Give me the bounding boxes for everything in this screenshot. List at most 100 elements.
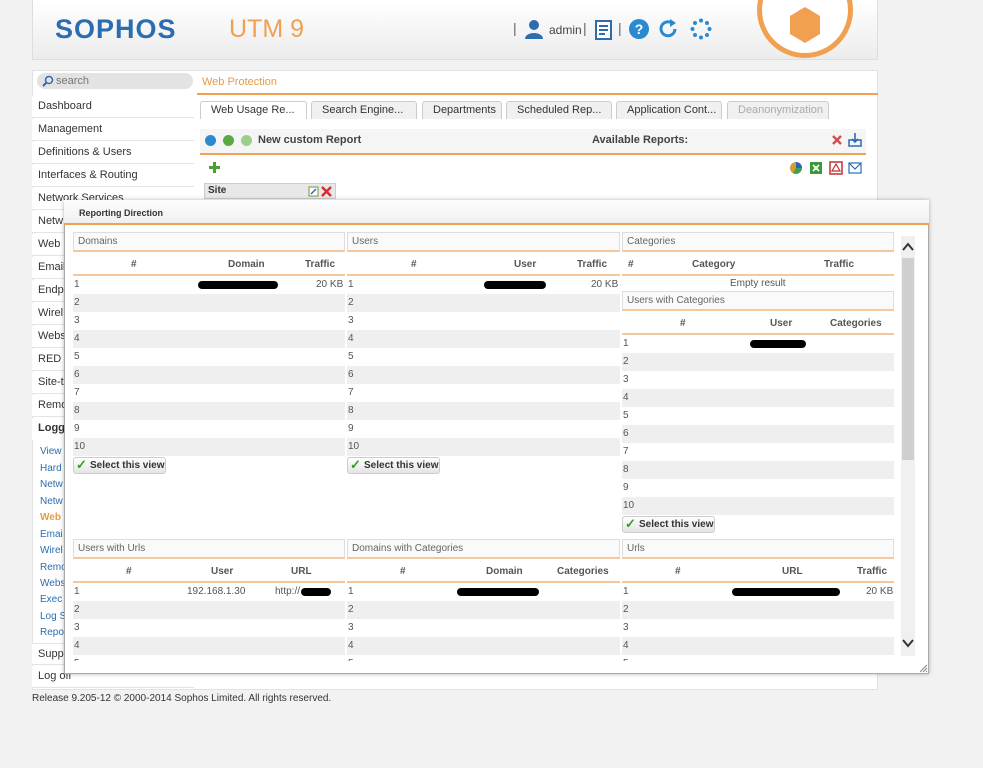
table-row[interactable]: 8 (622, 461, 894, 479)
sidebar-item-dashboard[interactable]: Dashboard (32, 96, 194, 118)
row-number: 5 (348, 351, 354, 362)
select-view-button[interactable]: ✓ Select this view (73, 457, 166, 474)
table-row[interactable]: 4 (347, 637, 620, 655)
delete-icon[interactable] (321, 186, 332, 197)
table-row[interactable]: 9 (347, 420, 620, 438)
sidebar-item-management[interactable]: Management (32, 119, 194, 141)
traffic-value: 20 KB (316, 279, 344, 290)
table-row[interactable]: 3 (73, 312, 345, 330)
tab-application-control[interactable]: Application Cont... (616, 101, 722, 119)
scrollbar-thumb[interactable] (902, 258, 914, 460)
table-row[interactable]: 5 (73, 348, 345, 366)
table-row[interactable]: 1 20 KB (347, 276, 620, 294)
table-row[interactable]: 10 (347, 438, 620, 456)
table-row[interactable]: 3 (347, 619, 620, 637)
table-row[interactable]: 10 (73, 438, 345, 456)
sidebar-item-definitions-users[interactable]: Definitions & Users (32, 142, 194, 164)
table-row[interactable]: 2 (622, 601, 894, 619)
table-row[interactable]: 9 (73, 420, 345, 438)
clipboard-icon[interactable] (593, 18, 615, 40)
sidebar-subitem-active[interactable]: Web (40, 512, 61, 523)
tab-search-engine[interactable]: Search Engine... (311, 101, 417, 119)
sidebar-subitem[interactable]: Hard (40, 463, 62, 474)
excel-icon[interactable] (809, 161, 823, 175)
sidebar-subitem[interactable]: Log S (40, 611, 66, 622)
sidebar-subitem[interactable]: Exec (40, 594, 62, 605)
table-row[interactable]: 1 (622, 335, 894, 353)
table-row[interactable]: 7 (347, 384, 620, 402)
email-icon[interactable] (848, 162, 862, 174)
table-row[interactable]: 2 (73, 294, 345, 312)
back-icon[interactable] (223, 135, 234, 146)
sidebar-subitem[interactable]: Repo (40, 627, 64, 638)
table-row[interactable]: 6 (622, 425, 894, 443)
table-row[interactable]: 3 (622, 371, 894, 389)
table-row[interactable]: 5 (73, 655, 345, 661)
table-row[interactable]: 8 (347, 402, 620, 420)
table-row[interactable]: 9 (622, 479, 894, 497)
reload-icon[interactable] (657, 18, 679, 40)
table-row[interactable]: 10 (622, 497, 894, 515)
sidebar-subitem[interactable]: View (40, 446, 62, 457)
table-row[interactable]: 7 (73, 384, 345, 402)
redaction-mark (198, 281, 278, 289)
sidebar-subitem[interactable]: Wirel (40, 545, 63, 556)
resize-grip-icon[interactable] (918, 663, 928, 673)
table-row[interactable]: 1 (347, 583, 620, 601)
chevron-down-icon[interactable] (902, 638, 914, 648)
edit-icon[interactable] (308, 186, 319, 197)
sidebar-item-interfaces-routing[interactable]: Interfaces & Routing (32, 165, 194, 187)
table-row[interactable]: 3 (347, 312, 620, 330)
forward-icon[interactable] (241, 135, 252, 146)
redaction-mark (750, 340, 806, 348)
pdf-icon[interactable] (829, 161, 843, 175)
table-row[interactable]: 6 (73, 366, 345, 384)
table-row[interactable]: 1 20 KB (73, 276, 345, 294)
table-row[interactable]: 3 (73, 619, 345, 637)
table-row[interactable]: 2 (73, 601, 345, 619)
table-row[interactable]: 8 (73, 402, 345, 420)
user-icon[interactable] (523, 18, 545, 40)
traffic-value: 20 KB (866, 586, 894, 597)
button-label: Select this view (639, 519, 714, 530)
table-row[interactable]: 4 (622, 389, 894, 407)
table-row[interactable]: 4 (347, 330, 620, 348)
tab-departments[interactable]: Departments (422, 101, 502, 119)
sidebar-subitem[interactable]: Netw (40, 479, 63, 490)
select-view-button[interactable]: ✓ Select this view (622, 516, 715, 533)
close-icon[interactable] (831, 134, 843, 146)
chevron-up-icon[interactable] (902, 242, 914, 252)
tab-scheduled-reports[interactable]: Scheduled Rep... (506, 101, 612, 119)
table-row[interactable]: 2 (347, 294, 620, 312)
table-row[interactable]: 5 (347, 655, 620, 661)
table-row[interactable]: 2 (622, 353, 894, 371)
help-icon[interactable]: ? (628, 18, 650, 40)
sidebar-subitem[interactable]: Emai (40, 529, 63, 540)
chart-icon[interactable] (789, 161, 803, 175)
search-input[interactable] (56, 74, 186, 88)
table-row[interactable]: 3 (622, 619, 894, 637)
sidebar-subitem[interactable]: Webs (40, 578, 65, 589)
table-row[interactable]: 6 (347, 366, 620, 384)
header-separator: | (583, 20, 587, 36)
table-row[interactable]: 4 (622, 637, 894, 655)
download-icon[interactable] (848, 132, 862, 147)
new-custom-report-link[interactable]: New custom Report (258, 134, 361, 146)
select-view-button[interactable]: ✓ Select this view (347, 457, 440, 474)
user-name[interactable]: admin (549, 23, 582, 37)
table-row[interactable]: 5 (622, 407, 894, 425)
table-row[interactable]: 7 (622, 443, 894, 461)
home-icon[interactable] (205, 135, 216, 146)
add-icon[interactable] (208, 161, 221, 174)
sidebar-subitem[interactable]: Netw (40, 496, 63, 507)
sidebar-subitem[interactable]: Remo (40, 562, 67, 573)
row-number: 5 (348, 658, 354, 661)
table-row[interactable]: 5 (622, 655, 894, 661)
table-row[interactable]: 1 20 KB (622, 583, 894, 601)
table-row[interactable]: 4 (73, 330, 345, 348)
table-row[interactable]: 2 (347, 601, 620, 619)
table-row[interactable]: 5 (347, 348, 620, 366)
table-row[interactable]: 1 192.168.1.30 http:// (73, 583, 345, 601)
table-row[interactable]: 4 (73, 637, 345, 655)
tab-web-usage-report[interactable]: Web Usage Re... (200, 101, 307, 119)
